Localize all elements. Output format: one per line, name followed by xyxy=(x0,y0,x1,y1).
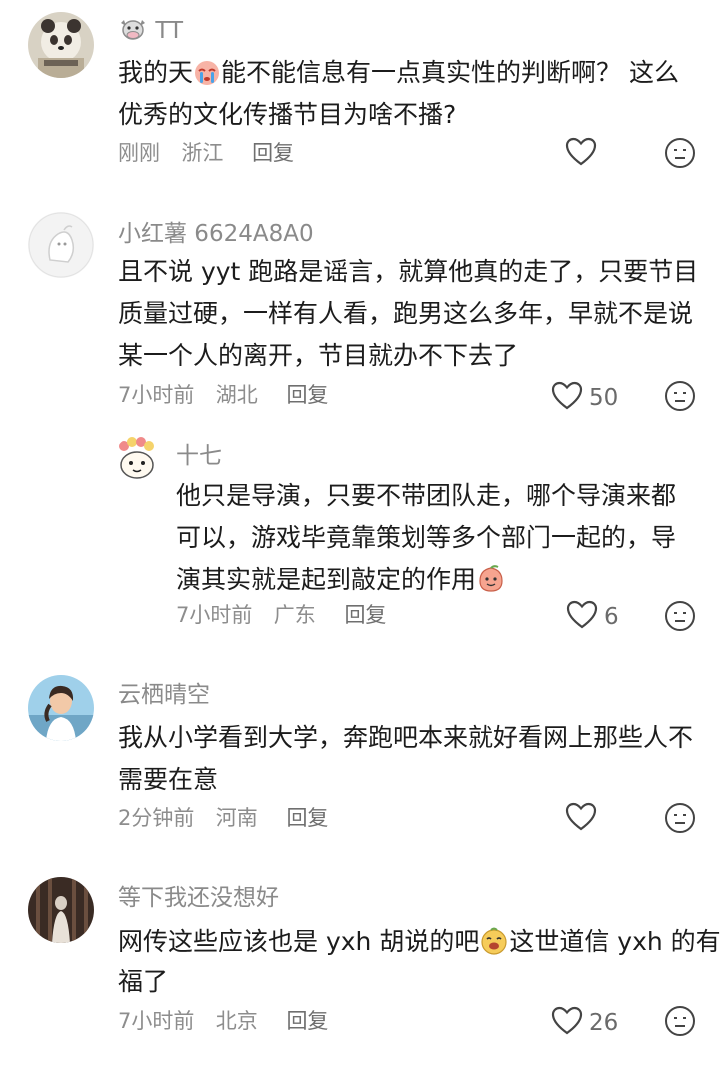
timestamp: 刚刚 xyxy=(118,141,160,165)
reply-item: 十七 他只是导演，只要不带团队走，哪个导演来都 可以，游戏毕竟靠策划等多个部门一… xyxy=(0,430,726,665)
location: 河南 xyxy=(215,806,258,830)
username[interactable]: 等下我还没想好 xyxy=(118,884,279,912)
reply-button[interactable]: 回复 xyxy=(286,383,328,407)
like-button[interactable] xyxy=(565,137,603,171)
like-count: 26 xyxy=(589,1010,619,1036)
avatar[interactable] xyxy=(114,436,160,482)
comment-text: 可以，游戏毕竟靠策划等多个部门一起的，导 xyxy=(176,523,677,552)
username[interactable]: 十七 xyxy=(176,442,222,470)
neutral-face-icon xyxy=(664,601,696,636)
cow-icon xyxy=(118,18,148,49)
comment-text: 且不说 yyt 跑路是谣言，就算他真的走了，只要节目 xyxy=(118,257,699,286)
dislike-button[interactable] xyxy=(664,1005,696,1041)
reply-button[interactable]: 回复 xyxy=(286,806,328,830)
neutral-face-icon xyxy=(664,381,696,416)
like-button[interactable]: 26 xyxy=(551,1006,618,1040)
heart-outline-icon xyxy=(566,600,598,634)
heart-outline-icon xyxy=(551,381,583,415)
avatar[interactable] xyxy=(28,12,94,78)
dislike-button[interactable] xyxy=(664,380,696,416)
comment-meta: 7小时前 湖北 回复 xyxy=(118,381,328,409)
comment-text: 我的天 能不能信息有一点真实性的判断啊？ 这么 xyxy=(118,52,679,100)
like-button[interactable]: 50 xyxy=(551,381,618,415)
reply-button[interactable]: 回复 xyxy=(286,1009,328,1033)
heart-outline-icon xyxy=(551,1006,583,1040)
neutral-face-icon xyxy=(664,1006,696,1041)
timestamp: 7小时前 xyxy=(176,603,253,627)
timestamp: 2分钟前 xyxy=(118,806,195,830)
location: 广东 xyxy=(273,603,316,627)
like-count: 6 xyxy=(604,604,619,630)
comment-item: TT 我的天 能不能信息有一点真实性的判断啊？ 这么 优秀的文化传播节目为啥不播… xyxy=(0,0,726,200)
heart-outline-icon xyxy=(565,802,597,836)
comment-text: 他只是导演，只要不带团队走，哪个导演来都 xyxy=(176,481,677,510)
grinning-emoji-icon xyxy=(479,926,509,969)
timestamp: 7小时前 xyxy=(118,383,195,407)
avatar[interactable] xyxy=(28,675,94,741)
dislike-button[interactable] xyxy=(664,802,696,838)
comment-text: 质量过硬，一样有人看，跑男这么多年，早就不是说 xyxy=(118,299,694,328)
username[interactable]: 小红薯 6624A8A0 xyxy=(118,220,314,248)
timestamp: 7小时前 xyxy=(118,1009,195,1033)
comment-item: 小红薯 6624A8A0 且不说 yyt 跑路是谣言，就算他真的走了，只要节目 … xyxy=(0,200,726,430)
location: 浙江 xyxy=(181,141,224,165)
comment-text: 需要在意 xyxy=(118,765,219,794)
like-button[interactable] xyxy=(565,802,603,836)
comment-text: 福了 xyxy=(118,967,169,996)
comment-meta: 7小时前 北京 回复 xyxy=(118,1007,328,1035)
like-count: 50 xyxy=(589,385,619,411)
username[interactable]: 云栖晴空 xyxy=(118,681,210,709)
avatar[interactable] xyxy=(28,212,94,278)
comment-meta: 2分钟前 河南 回复 xyxy=(118,804,328,832)
avatar[interactable] xyxy=(28,877,94,943)
comment-item: 等下我还没想好 网传这些应该也是 yxh 胡说的吧 这世道信 yxh 的有 福了… xyxy=(0,865,726,1080)
comment-meta: 7小时前 广东 回复 xyxy=(176,601,386,629)
reply-button[interactable]: 回复 xyxy=(344,603,386,627)
neutral-face-icon xyxy=(664,138,696,173)
comment-item: 云栖晴空 我从小学看到大学，奔跑吧本来就好看网上那些人不 需要在意 2分钟前 河… xyxy=(0,665,726,865)
location: 湖北 xyxy=(215,383,258,407)
like-button[interactable]: 6 xyxy=(566,600,619,634)
peach-emoji-icon xyxy=(476,564,506,607)
username[interactable]: TT xyxy=(118,17,183,49)
comment-text: 某一个人的离开，节目就办不下去了 xyxy=(118,341,519,370)
location: 北京 xyxy=(215,1009,258,1033)
comment-meta: 刚刚 浙江 回复 xyxy=(118,139,294,167)
dislike-button[interactable] xyxy=(664,137,696,173)
comment-text: 我从小学看到大学，奔跑吧本来就好看网上那些人不 xyxy=(118,723,694,752)
comment-text: 演其实就是起到敲定的作用 xyxy=(176,559,506,607)
comment-text: 优秀的文化传播节目为啥不播? xyxy=(118,100,457,129)
heart-outline-icon xyxy=(565,137,597,171)
reply-button[interactable]: 回复 xyxy=(252,141,294,165)
comment-text: 网传这些应该也是 yxh 胡说的吧 这世道信 yxh 的有 xyxy=(118,921,721,969)
dislike-button[interactable] xyxy=(664,600,696,636)
neutral-face-icon xyxy=(664,803,696,838)
